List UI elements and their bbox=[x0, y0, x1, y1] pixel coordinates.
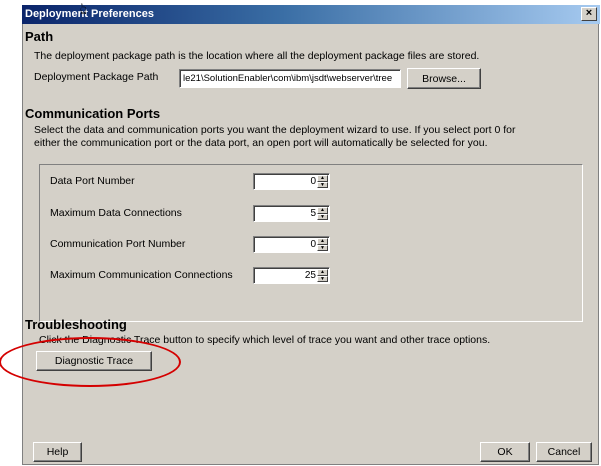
max-data-connections-value: 5 bbox=[310, 208, 316, 219]
deployment-preferences-window: Deployment Preferences × 👆︎ Path The dep… bbox=[0, 0, 601, 466]
close-icon: × bbox=[585, 7, 593, 19]
ok-button[interactable]: OK bbox=[480, 442, 530, 462]
spinner-down-icon[interactable]: ▼ bbox=[317, 275, 328, 282]
cancel-button[interactable]: Cancel bbox=[536, 442, 592, 462]
comm-port-spinner[interactable]: 0 ▲ ▼ bbox=[253, 236, 330, 253]
mouse-cursor-icon: 👆︎ bbox=[80, 1, 87, 18]
spinner-down-icon[interactable]: ▼ bbox=[317, 181, 328, 188]
window-title: Deployment Preferences bbox=[25, 8, 154, 20]
close-button[interactable]: × bbox=[581, 7, 597, 21]
title-bar[interactable]: Deployment Preferences × bbox=[22, 5, 600, 24]
data-port-label: Data Port Number bbox=[50, 175, 135, 187]
path-description: The deployment package path is the locat… bbox=[34, 50, 480, 62]
ports-description-line1: Select the data and communication ports … bbox=[34, 124, 516, 136]
help-button[interactable]: Help bbox=[33, 442, 82, 462]
ports-description-line2: either the communication port or the dat… bbox=[34, 137, 488, 149]
package-path-label: Deployment Package Path bbox=[34, 71, 159, 83]
browse-button[interactable]: Browse... bbox=[407, 68, 481, 89]
path-section-title: Path bbox=[25, 29, 54, 44]
max-data-connections-label: Maximum Data Connections bbox=[50, 207, 182, 219]
comm-port-value: 0 bbox=[310, 239, 316, 250]
max-comm-connections-label: Maximum Communication Connections bbox=[50, 269, 233, 281]
data-port-spinner[interactable]: 0 ▲ ▼ bbox=[253, 173, 330, 190]
ports-section-title: Communication Ports bbox=[25, 106, 161, 121]
troubleshooting-section-title: Troubleshooting bbox=[25, 317, 127, 332]
package-path-field[interactable]: le21\SolutionEnabler\com\ibm\jsdt\webser… bbox=[179, 69, 401, 88]
max-data-connections-spinner[interactable]: 5 ▲ ▼ bbox=[253, 205, 330, 222]
red-annotation-ellipse bbox=[0, 337, 181, 387]
spinner-down-icon[interactable]: ▼ bbox=[317, 244, 328, 251]
max-comm-connections-spinner[interactable]: 25 ▲ ▼ bbox=[253, 267, 330, 284]
comm-port-label: Communication Port Number bbox=[50, 238, 186, 250]
dialog-content: Path The deployment package path is the … bbox=[0, 24, 599, 465]
spinner-down-icon[interactable]: ▼ bbox=[317, 213, 328, 220]
ports-group-box: Data Port Number 0 ▲ ▼ Maximum Data Conne… bbox=[39, 164, 583, 322]
data-port-value: 0 bbox=[310, 176, 316, 187]
max-comm-connections-value: 25 bbox=[304, 270, 316, 281]
